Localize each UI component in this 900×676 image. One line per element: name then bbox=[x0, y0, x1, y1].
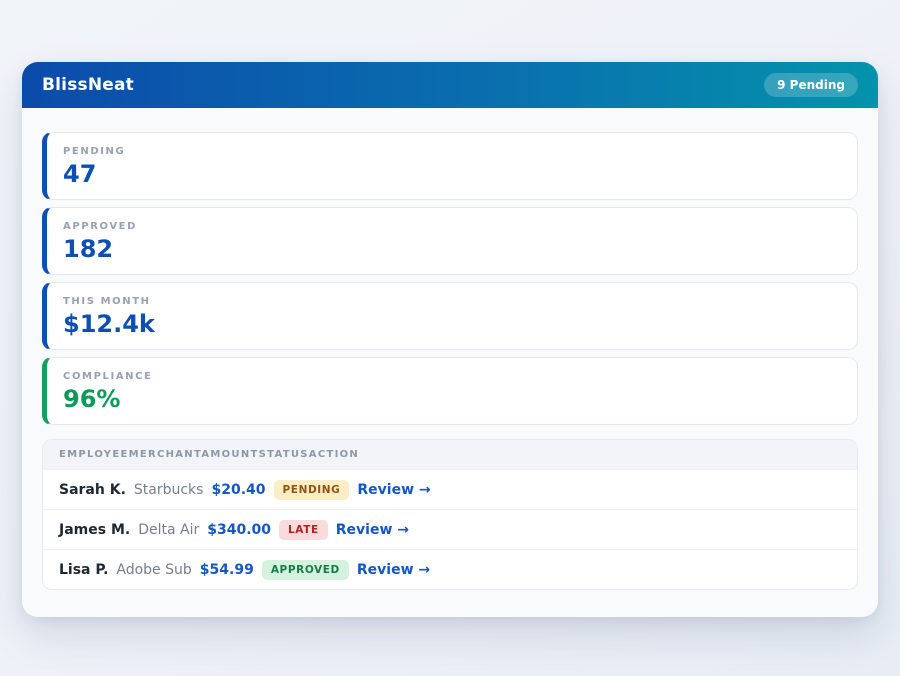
stat-label: PENDING bbox=[63, 146, 841, 157]
employee-name: Lisa P. bbox=[59, 562, 108, 578]
table-row: Lisa P. Adobe Sub $54.99 APPROVED Review… bbox=[43, 549, 857, 589]
employee-name: James M. bbox=[59, 522, 130, 538]
column-header-merchant: MERCHANT bbox=[129, 449, 202, 460]
stat-card-this-month: THIS MONTH $12.4k bbox=[42, 282, 858, 350]
amount-value: $54.99 bbox=[200, 562, 254, 578]
review-link[interactable]: Review → bbox=[357, 562, 430, 578]
app-title: BlissNeat bbox=[42, 75, 134, 95]
stat-value: 47 bbox=[63, 161, 841, 187]
stat-value: 96% bbox=[63, 386, 841, 412]
dashboard-body: PENDING 47 APPROVED 182 THIS MONTH $12.4… bbox=[22, 108, 878, 614]
status-badge: LATE bbox=[279, 520, 328, 540]
status-badge: PENDING bbox=[274, 480, 350, 500]
column-header-amount: AMOUNT bbox=[201, 449, 258, 460]
amount-value: $340.00 bbox=[207, 522, 271, 538]
stat-card-compliance: COMPLIANCE 96% bbox=[42, 357, 858, 425]
merchant-name: Delta Air bbox=[138, 522, 199, 538]
stat-label: COMPLIANCE bbox=[63, 371, 841, 382]
merchant-name: Starbucks bbox=[134, 482, 204, 498]
stat-label: APPROVED bbox=[63, 221, 841, 232]
status-badge: APPROVED bbox=[262, 560, 349, 580]
stat-value: 182 bbox=[63, 236, 841, 262]
amount-value: $20.40 bbox=[211, 482, 265, 498]
pending-count-badge: 9 Pending bbox=[764, 73, 858, 97]
app-header: BlissNeat 9 Pending bbox=[22, 62, 878, 108]
merchant-name: Adobe Sub bbox=[116, 562, 191, 578]
review-link[interactable]: Review → bbox=[357, 482, 430, 498]
employee-name: Sarah K. bbox=[59, 482, 126, 498]
table-row: Sarah K. Starbucks $20.40 PENDING Review… bbox=[43, 469, 857, 509]
stat-card-approved: APPROVED 182 bbox=[42, 207, 858, 275]
stat-label: THIS MONTH bbox=[63, 296, 841, 307]
dashboard-card: BlissNeat 9 Pending PENDING 47 APPROVED … bbox=[22, 62, 878, 617]
transactions-table: EMPLOYEEMERCHANTAMOUNTSTATUSACTION Sarah… bbox=[42, 439, 858, 590]
review-link[interactable]: Review → bbox=[336, 522, 409, 538]
column-header-status: STATUS bbox=[259, 449, 309, 460]
stat-value: $12.4k bbox=[63, 311, 841, 337]
stat-card-pending: PENDING 47 bbox=[42, 132, 858, 200]
column-header-employee: EMPLOYEE bbox=[59, 449, 129, 460]
column-header-action: ACTION bbox=[309, 449, 359, 460]
table-row: James M. Delta Air $340.00 LATE Review → bbox=[43, 509, 857, 549]
table-header-row: EMPLOYEEMERCHANTAMOUNTSTATUSACTION bbox=[43, 440, 857, 469]
